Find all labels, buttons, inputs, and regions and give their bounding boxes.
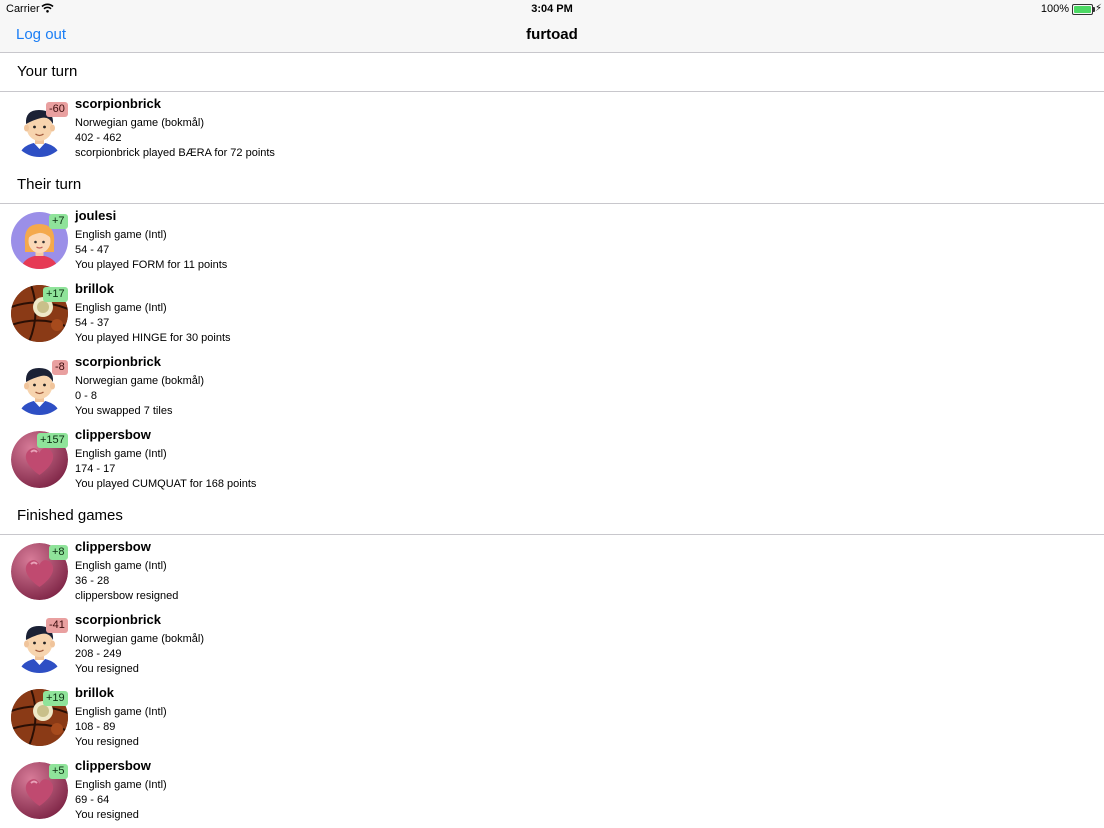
score-diff-badge: -8 [52,360,68,375]
score-diff-badge: +8 [49,545,68,560]
last-move: You swapped 7 tiles [75,405,173,417]
battery-percentage: 100% [1040,3,1069,15]
last-move: You played HINGE for 30 points [75,332,231,344]
battery-icon [1072,4,1095,15]
game-type: English game (Intl) [75,779,167,791]
game-row[interactable]: +5 clippersbow English game (Intl) 69 - 64 Y… [0,755,1104,828]
score-diff-badge: -60 [46,102,68,117]
section-header-your-turn: Your turn [0,53,1104,92]
status-bar: Carrier 3:04 PM 100% ⚡ [0,0,1104,18]
game-type: English game (Intl) [75,448,167,460]
game-row[interactable]: +19 brillok English game (Intl) 108 - 89 You… [0,682,1104,755]
game-score: 54 - 37 [75,317,110,329]
score-diff-badge: +7 [49,214,68,229]
last-move: You played CUMQUAT for 168 points [75,478,257,490]
game-row[interactable]: +17 brillok English game (Intl) 54 - 37 You … [0,278,1104,351]
game-score: 108 - 89 [75,721,116,733]
score-diff-badge: +19 [43,691,68,706]
games-list[interactable]: Your turn -60 scorpionbrick Norwegian game… [0,53,1104,828]
player-name: clippersbow [75,539,151,554]
section-header-finished: Finished games [0,497,1104,535]
last-move: You played FORM for 11 points [75,259,228,271]
game-type: Norwegian game (bokmål) [75,633,204,645]
game-type: English game (Intl) [75,706,167,718]
game-type: Norwegian game (bokmål) [75,117,204,129]
section-header-their-turn: Their turn [0,166,1104,204]
game-score: 54 - 47 [75,244,110,256]
navigation-bar: Log out furtoad [0,18,1104,53]
game-score: 174 - 17 [75,463,116,475]
section-your-turn: -60 scorpionbrick Norwegian game (bokmål) 4… [0,92,1104,166]
game-row[interactable]: +8 clippersbow English game (Intl) 36 - 28 c… [0,536,1104,609]
score-diff-badge: +157 [37,433,68,448]
player-name: joulesi [75,208,117,223]
player-name: brillok [75,685,115,700]
player-name: clippersbow [75,427,151,442]
clock: 3:04 PM [531,3,573,15]
section-their-turn: +7 joulesi English game (Intl) 54 - 47 You p… [0,204,1104,497]
player-name: scorpionbrick [75,96,161,111]
score-diff-badge: +5 [49,764,68,779]
game-row[interactable]: -60 scorpionbrick Norwegian game (bokmål) 4… [0,93,1104,166]
game-score: 208 - 249 [75,648,122,660]
last-move: You resigned [75,736,139,748]
player-name: scorpionbrick [75,354,161,369]
last-move: clippersbow resigned [75,590,179,602]
last-move: You resigned [75,663,139,675]
charging-icon: ⚡ [1094,3,1102,14]
game-row[interactable]: +157 clippersbow English game (Intl) 174 - … [0,424,1104,497]
game-row[interactable]: -41 scorpionbrick Norwegian game (bokmål) 2… [0,609,1104,682]
game-score: 36 - 28 [75,575,110,587]
game-type: English game (Intl) [75,560,167,572]
player-name: clippersbow [75,758,151,773]
player-name: brillok [75,281,115,296]
last-move: scorpionbrick played BÆRA for 72 points [75,147,275,159]
score-diff-badge: -41 [46,618,68,633]
game-score: 0 - 8 [75,390,98,402]
game-row[interactable]: +7 joulesi English game (Intl) 54 - 47 You p… [0,205,1104,278]
page-title: furtoad [526,26,578,43]
game-type: English game (Intl) [75,229,167,241]
game-row[interactable]: -8 scorpionbrick Norwegian game (bokmål) 0 … [0,351,1104,424]
player-name: scorpionbrick [75,612,161,627]
game-score: 402 - 462 [75,132,122,144]
game-score: 69 - 64 [75,794,110,806]
section-finished: +8 clippersbow English game (Intl) 36 - 28 c… [0,535,1104,828]
score-diff-badge: +17 [43,287,68,302]
last-move: You resigned [75,809,139,821]
game-type: English game (Intl) [75,302,167,314]
game-type: Norwegian game (bokmål) [75,375,204,387]
